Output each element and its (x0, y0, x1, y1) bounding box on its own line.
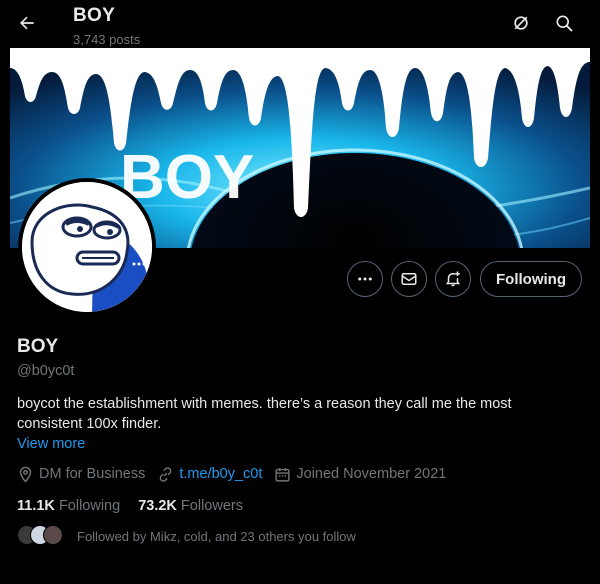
banner-text: BOY (120, 143, 254, 212)
mutual-avatar-3 (43, 525, 63, 545)
link-icon (160, 466, 172, 482)
profile-actions: Following (0, 261, 600, 297)
following-count: 11.1K (17, 498, 55, 514)
profile-stats: 11.1K Following 73.2K Followers (17, 498, 261, 514)
grok-button[interactable] (505, 7, 537, 39)
meta-business-text: DM for Business (39, 466, 146, 482)
followers-count: 73.2K (138, 498, 177, 514)
location-icon (19, 466, 32, 483)
following-stat[interactable]: 11.1K Following (17, 498, 120, 514)
profile-name: BOY (17, 336, 59, 357)
profile-meta: DM for Business t.me/b0y_c0t Joined Nove… (17, 464, 458, 484)
view-more-link[interactable]: View more (17, 436, 85, 452)
telegram-link[interactable]: t.me/b0y_c0t (179, 466, 262, 482)
grok-icon (514, 16, 528, 30)
meta-joined: Joined November 2021 (274, 466, 446, 483)
profile-handle: @b0yc0t (17, 363, 75, 379)
mail-icon (401, 273, 417, 285)
following-label: Following (58, 498, 121, 514)
more-options-button[interactable] (347, 261, 383, 297)
top-bar: BOY 3,743 posts (0, 0, 600, 48)
meta-joined-text: Joined November 2021 (296, 466, 447, 482)
bell-plus-icon (445, 271, 461, 287)
notifications-button[interactable] (435, 261, 471, 297)
search-button[interactable] (548, 7, 580, 39)
following-button[interactable]: Following (480, 261, 582, 297)
more-icon (358, 277, 372, 281)
back-arrow-icon (20, 16, 34, 30)
followers-stat[interactable]: 73.2K Followers (138, 498, 243, 514)
meta-link: t.me/b0y_c0t (157, 466, 262, 483)
profile-bio: boycot the establishment with memes. the… (17, 396, 512, 432)
post-count: 3,743 posts (73, 32, 141, 47)
followed-by-text: Followed by Mikz, cold, and 23 others yo… (77, 528, 356, 544)
meta-business: DM for Business (17, 466, 145, 483)
followed-by[interactable]: Followed by Mikz, cold, and 23 others yo… (17, 525, 356, 547)
calendar-icon (275, 467, 290, 482)
message-button[interactable] (391, 261, 427, 297)
header-title: BOY (73, 5, 116, 26)
header-title-block: BOY 3,743 posts (73, 5, 140, 47)
search-icon (556, 15, 573, 32)
mutual-avatars (17, 525, 69, 547)
back-button[interactable] (10, 6, 44, 40)
followers-label: Followers (180, 498, 243, 514)
